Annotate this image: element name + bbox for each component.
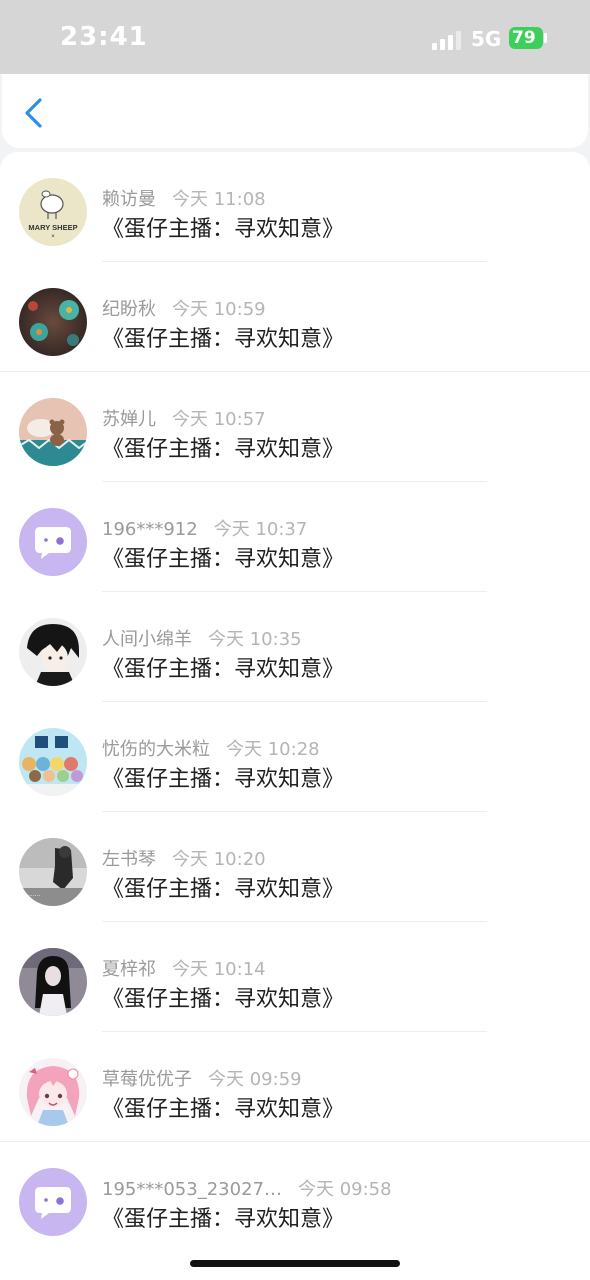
message-time: 今天 10:35 xyxy=(208,629,302,650)
message-meta: 纪盼秋 今天 10:59 xyxy=(102,295,266,321)
message-row[interactable]: 195***053_23027… 今天 09:58 《蛋仔主播：寻欢知意》 xyxy=(0,1142,590,1252)
message-row[interactable]: ········ 左书琴 今天 10:20 《蛋仔主播：寻欢知意》 xyxy=(0,812,590,922)
avatar-pink-anime-girl[interactable] xyxy=(19,1058,87,1126)
message-time: 今天 09:58 xyxy=(297,1179,392,1200)
message-meta: 草莓优优子 今天 09:59 xyxy=(102,1065,302,1091)
message-row[interactable]: MARY SHEEP × 赖访曼 今天 11:08 《蛋仔主播：寻欢知意》 xyxy=(0,152,590,262)
avatar-flower[interactable] xyxy=(19,288,87,356)
sender-name: 苏婵儿 xyxy=(102,409,156,430)
message-meta: 左书琴 今天 10:20 xyxy=(102,845,266,871)
battery-tip xyxy=(544,33,547,43)
message-row[interactable]: 苏婵儿 今天 10:57 《蛋仔主播：寻欢知意》 xyxy=(0,372,590,482)
message-meta: 苏婵儿 今天 10:57 xyxy=(102,405,266,431)
message-row[interactable]: 草莓优优子 今天 09:59 《蛋仔主播：寻欢知意》 xyxy=(0,1032,590,1142)
message-time: 今天 10:59 xyxy=(172,299,266,320)
avatar-cartoon-group[interactable] xyxy=(19,728,87,796)
message-text: 《蛋仔主播：寻欢知意》 xyxy=(102,657,345,682)
sender-name: 196***912 xyxy=(102,519,198,540)
sender-name: 人间小绵羊 xyxy=(102,629,192,650)
message-time: 今天 10:14 xyxy=(172,959,266,980)
svg-text:MARY SHEEP: MARY SHEEP xyxy=(28,223,77,232)
battery-level: 79 xyxy=(512,28,536,48)
sender-name: 夏梓祁 xyxy=(102,959,156,980)
avatar-mary-sheep[interactable]: MARY SHEEP × xyxy=(19,178,87,246)
message-text: 《蛋仔主播：寻欢知意》 xyxy=(102,877,345,902)
avatar-grayscale-photo[interactable]: ········ xyxy=(19,838,87,906)
avatar-anime-boy[interactable] xyxy=(19,618,87,686)
message-text: 《蛋仔主播：寻欢知意》 xyxy=(102,547,345,572)
message-time: 今天 11:08 xyxy=(172,189,266,210)
sender-name: 草莓优优子 xyxy=(102,1069,192,1090)
message-time: 今天 10:57 xyxy=(172,409,266,430)
message-row[interactable]: 忧伤的大米粒 今天 10:28 《蛋仔主播：寻欢知意》 xyxy=(0,702,590,812)
svg-text:········: ········ xyxy=(25,893,40,900)
sender-name: 忧伤的大米粒 xyxy=(102,739,210,760)
sender-name: 左书琴 xyxy=(102,849,156,870)
back-button[interactable] xyxy=(20,96,50,130)
chevron-left-icon xyxy=(25,98,42,128)
home-indicator[interactable] xyxy=(190,1260,400,1267)
svg-text:×: × xyxy=(51,234,55,240)
message-row[interactable]: 纪盼秋 今天 10:59 《蛋仔主播：寻欢知意》 xyxy=(0,262,590,372)
sender-name: 纪盼秋 xyxy=(102,299,156,320)
message-text: 《蛋仔主播：寻欢知意》 xyxy=(102,217,345,242)
message-meta: 赖访曼 今天 11:08 xyxy=(102,185,266,211)
sender-name: 195***053_23027… xyxy=(102,1179,282,1200)
message-text: 《蛋仔主播：寻欢知意》 xyxy=(102,1097,345,1122)
message-meta: 忧伤的大米粒 今天 10:28 xyxy=(102,735,320,761)
message-row[interactable]: 人间小绵羊 今天 10:35 《蛋仔主播：寻欢知意》 xyxy=(0,592,590,702)
message-row[interactable]: 夏梓祁 今天 10:14 《蛋仔主播：寻欢知意》 xyxy=(0,922,590,1032)
status-bar: 23:41 5G 79 xyxy=(0,0,590,74)
message-row[interactable]: 196***912 今天 10:37 《蛋仔主播：寻欢知意》 xyxy=(0,482,590,592)
message-text: 《蛋仔主播：寻欢知意》 xyxy=(102,327,345,352)
message-time: 今天 10:28 xyxy=(226,739,320,760)
message-text: 《蛋仔主播：寻欢知意》 xyxy=(102,1207,345,1232)
message-meta: 196***912 今天 10:37 xyxy=(102,515,307,541)
signal-icon xyxy=(432,30,462,50)
message-meta: 人间小绵羊 今天 10:35 xyxy=(102,625,302,651)
message-text: 《蛋仔主播：寻欢知意》 xyxy=(102,767,345,792)
message-list: MARY SHEEP × 赖访曼 今天 11:08 《蛋仔主播：寻欢知意》 纪盼… xyxy=(0,152,590,1280)
message-text: 《蛋仔主播：寻欢知意》 xyxy=(102,437,345,462)
message-time: 今天 09:59 xyxy=(208,1069,302,1090)
avatar-girl-photo[interactable] xyxy=(19,948,87,1016)
message-meta: 夏梓祁 今天 10:14 xyxy=(102,955,266,981)
message-time: 今天 10:20 xyxy=(172,849,266,870)
sender-name: 赖访曼 xyxy=(102,189,156,210)
avatar-default[interactable] xyxy=(19,508,87,576)
message-meta: 195***053_23027… 今天 09:58 xyxy=(102,1175,392,1201)
nav-bar xyxy=(2,74,588,148)
message-time: 今天 10:37 xyxy=(213,519,308,540)
avatar-default[interactable] xyxy=(19,1168,87,1236)
battery-icon: 79 xyxy=(509,27,543,49)
network-label: 5G xyxy=(471,27,502,51)
message-text: 《蛋仔主播：寻欢知意》 xyxy=(102,987,345,1012)
status-time: 23:41 xyxy=(60,22,148,52)
avatar-teddy-bear[interactable] xyxy=(19,398,87,466)
